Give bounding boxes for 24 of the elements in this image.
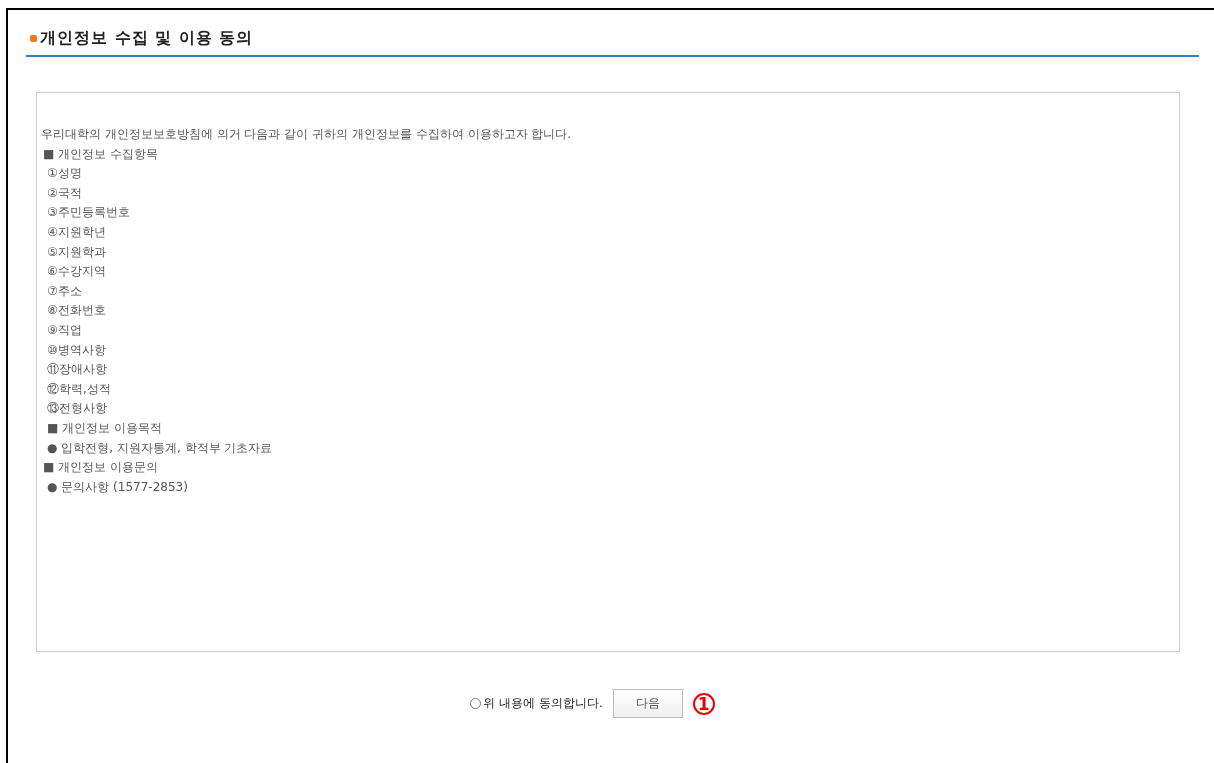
- terms-line: ■ 개인정보 수집항목: [42, 145, 159, 163]
- terms-line: ⑧전화번호: [46, 302, 107, 320]
- terms-line: ⑤지원학과: [46, 243, 107, 261]
- terms-line: ⑨직업: [46, 321, 83, 339]
- terms-line: ● 문의사항 (1577-2853): [46, 478, 189, 496]
- heading-bullet-icon: [30, 35, 37, 42]
- terms-line: ⑥수강지역: [46, 263, 107, 281]
- terms-line: ■ 개인정보 이용문의: [42, 459, 159, 477]
- terms-line: ⑫학력,성적: [46, 380, 112, 398]
- page-title: 개인정보 수집 및 이용 동의: [40, 28, 254, 49]
- terms-line: 우리대학의 개인정보보호방침에 의거 다음과 같이 귀하의 개인정보를 수집하여 이용하고자 합니다.: [41, 126, 573, 143]
- terms-line: ● 입학전형, 지원자통계, 학적부 기초자료: [46, 439, 274, 457]
- terms-line: ⑩병역사항: [46, 341, 107, 359]
- terms-line: ③주민등록번호: [46, 204, 131, 222]
- terms-line: ■ 개인정보 이용목적: [46, 419, 163, 437]
- terms-line: ⑪장애사항: [46, 361, 108, 379]
- terms-line: ④지원학년: [46, 223, 107, 241]
- step-marker: 1: [692, 692, 715, 715]
- terms-line: ⑦주소: [46, 282, 83, 300]
- agree-radio[interactable]: 위 내용에 동의합니다.: [470, 695, 603, 712]
- terms-line: ⑬전형사항: [46, 400, 108, 418]
- next-button[interactable]: 다음: [612, 689, 683, 718]
- terms-line: ②국적: [46, 184, 83, 202]
- terms-line: ①성명: [46, 165, 83, 183]
